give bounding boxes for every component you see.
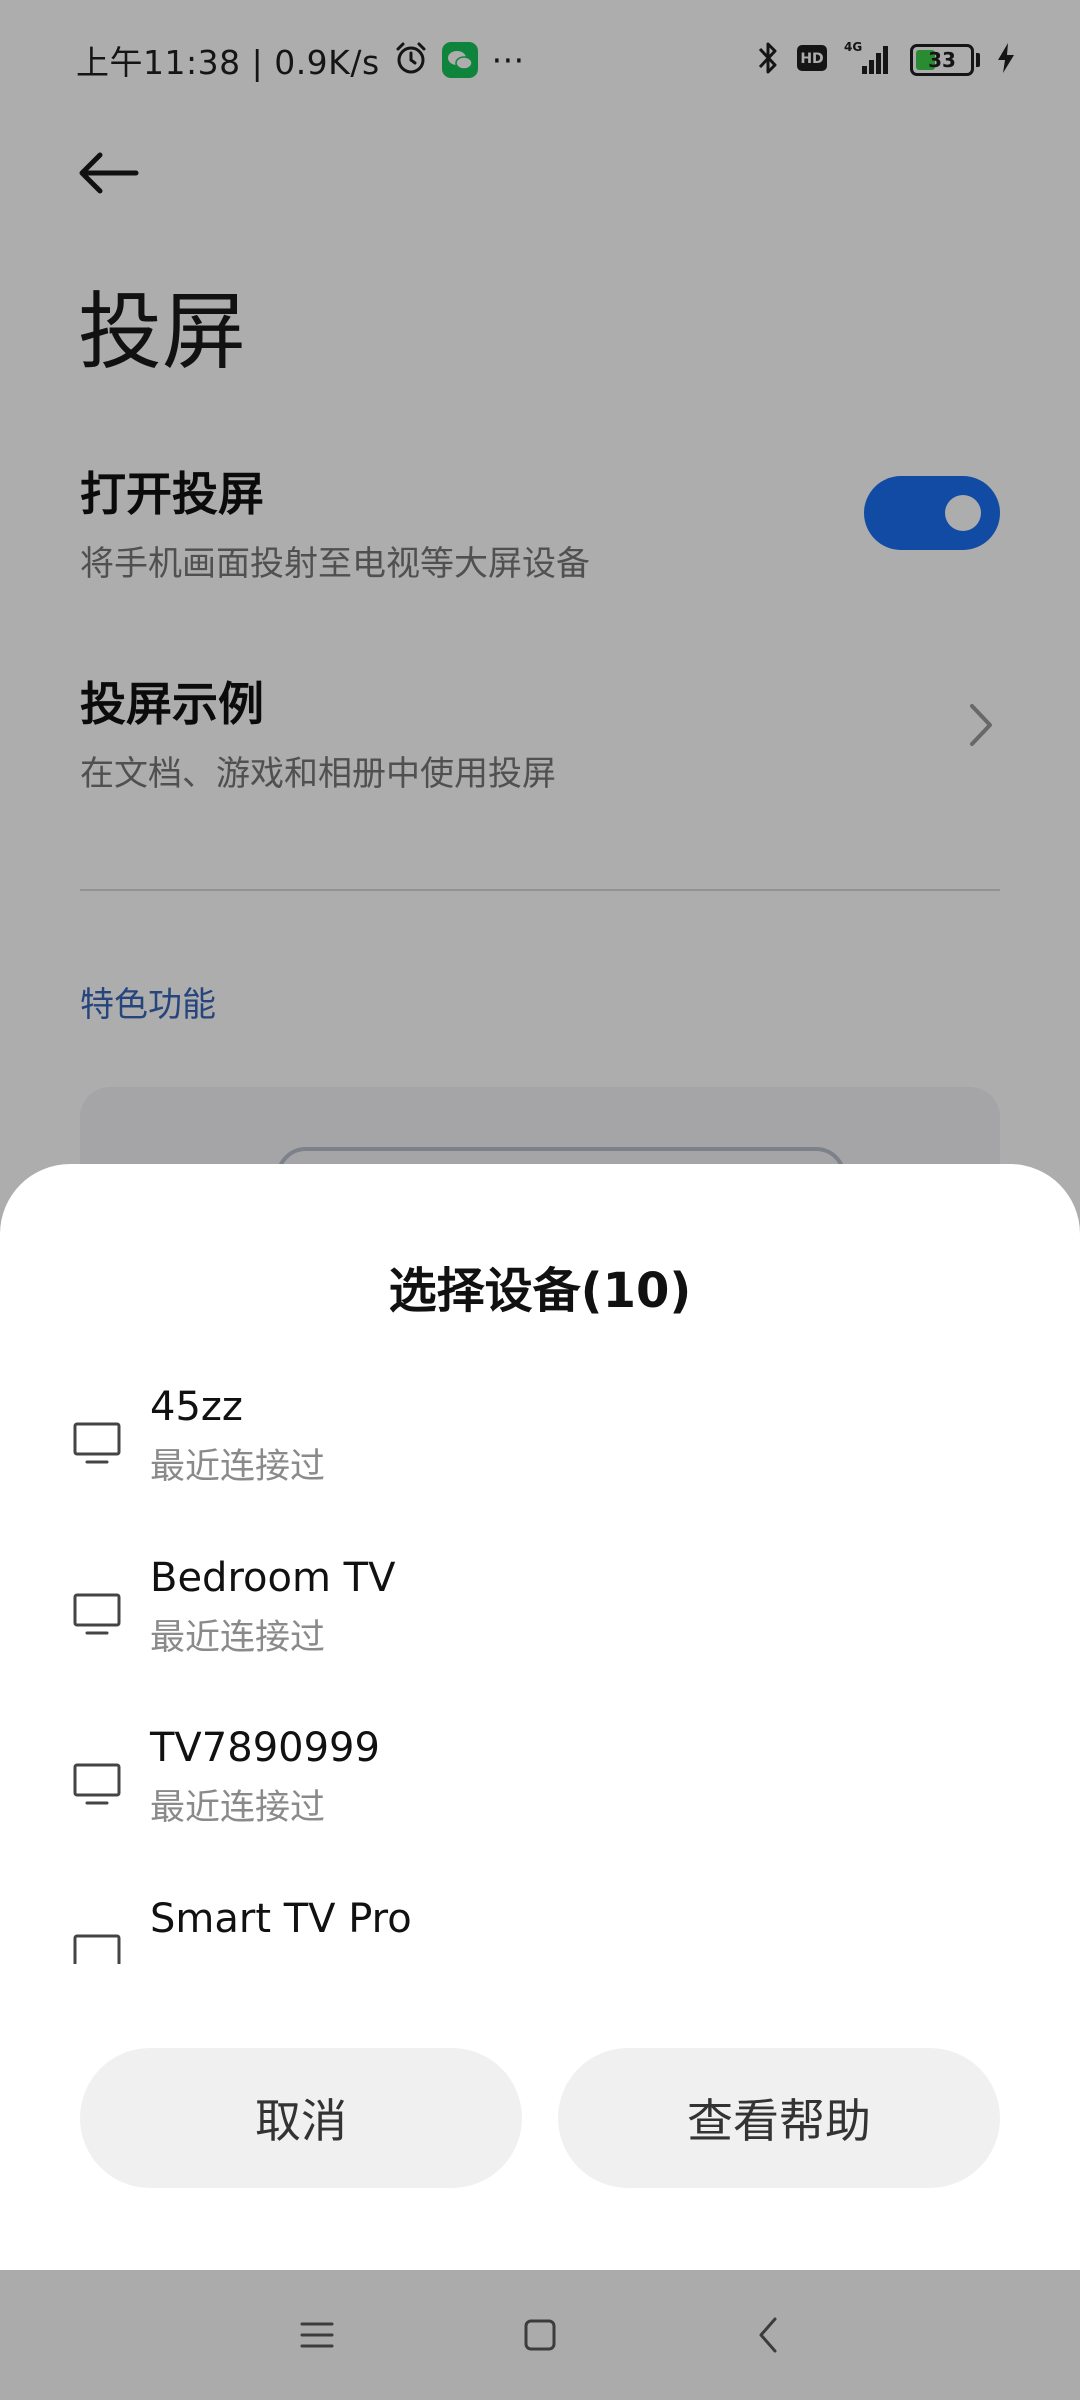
- device-status: 最近连接过: [150, 1447, 326, 1487]
- navigation-bar: [0, 2270, 1080, 2400]
- home-nav-button[interactable]: [515, 2310, 565, 2360]
- screen: 上午11:38 | 0.9K/s ··· HD 4G 33 投屏 打开投屏 将手…: [0, 0, 1080, 2400]
- menu-nav-button[interactable]: [292, 2310, 342, 2360]
- home-square-icon: [524, 2319, 556, 2351]
- tv-icon: [73, 1763, 121, 1807]
- back-nav-button[interactable]: [743, 2310, 793, 2360]
- device-item[interactable]: Bedroom TV 最近连接过: [0, 1555, 1080, 1705]
- device-name: 45zz: [150, 1384, 243, 1430]
- device-list[interactable]: 45zz 最近连接过 Bedroom TV 最近连接过 TV7890999 最近…: [0, 1384, 1080, 1964]
- tv-icon: [73, 1593, 121, 1637]
- tv-icon: [73, 1422, 121, 1466]
- device-status: 最近连接过: [150, 1618, 326, 1658]
- menu-icon: [300, 2322, 334, 2348]
- view-help-button[interactable]: 查看帮助: [558, 2048, 1000, 2188]
- device-name: TV7890999: [150, 1725, 380, 1771]
- sheet-title: 选择设备(10): [388, 1263, 692, 1319]
- device-item[interactable]: 45zz 最近连接过: [0, 1384, 1080, 1534]
- tv-icon: [73, 1934, 121, 1964]
- back-chevron-icon: [759, 2317, 777, 2353]
- device-picker-sheet: 选择设备(10) 45zz 最近连接过 Bedroom TV 最近连接过 TV7…: [0, 1164, 1080, 2270]
- device-name: Smart TV Pro: [150, 1896, 412, 1942]
- device-name: Bedroom TV: [150, 1555, 396, 1601]
- device-status: 最近连接过: [150, 1788, 326, 1828]
- cancel-button[interactable]: 取消: [80, 2048, 522, 2188]
- device-item[interactable]: TV7890999 最近连接过: [0, 1725, 1080, 1875]
- device-item[interactable]: Smart TV Pro: [0, 1896, 1080, 1964]
